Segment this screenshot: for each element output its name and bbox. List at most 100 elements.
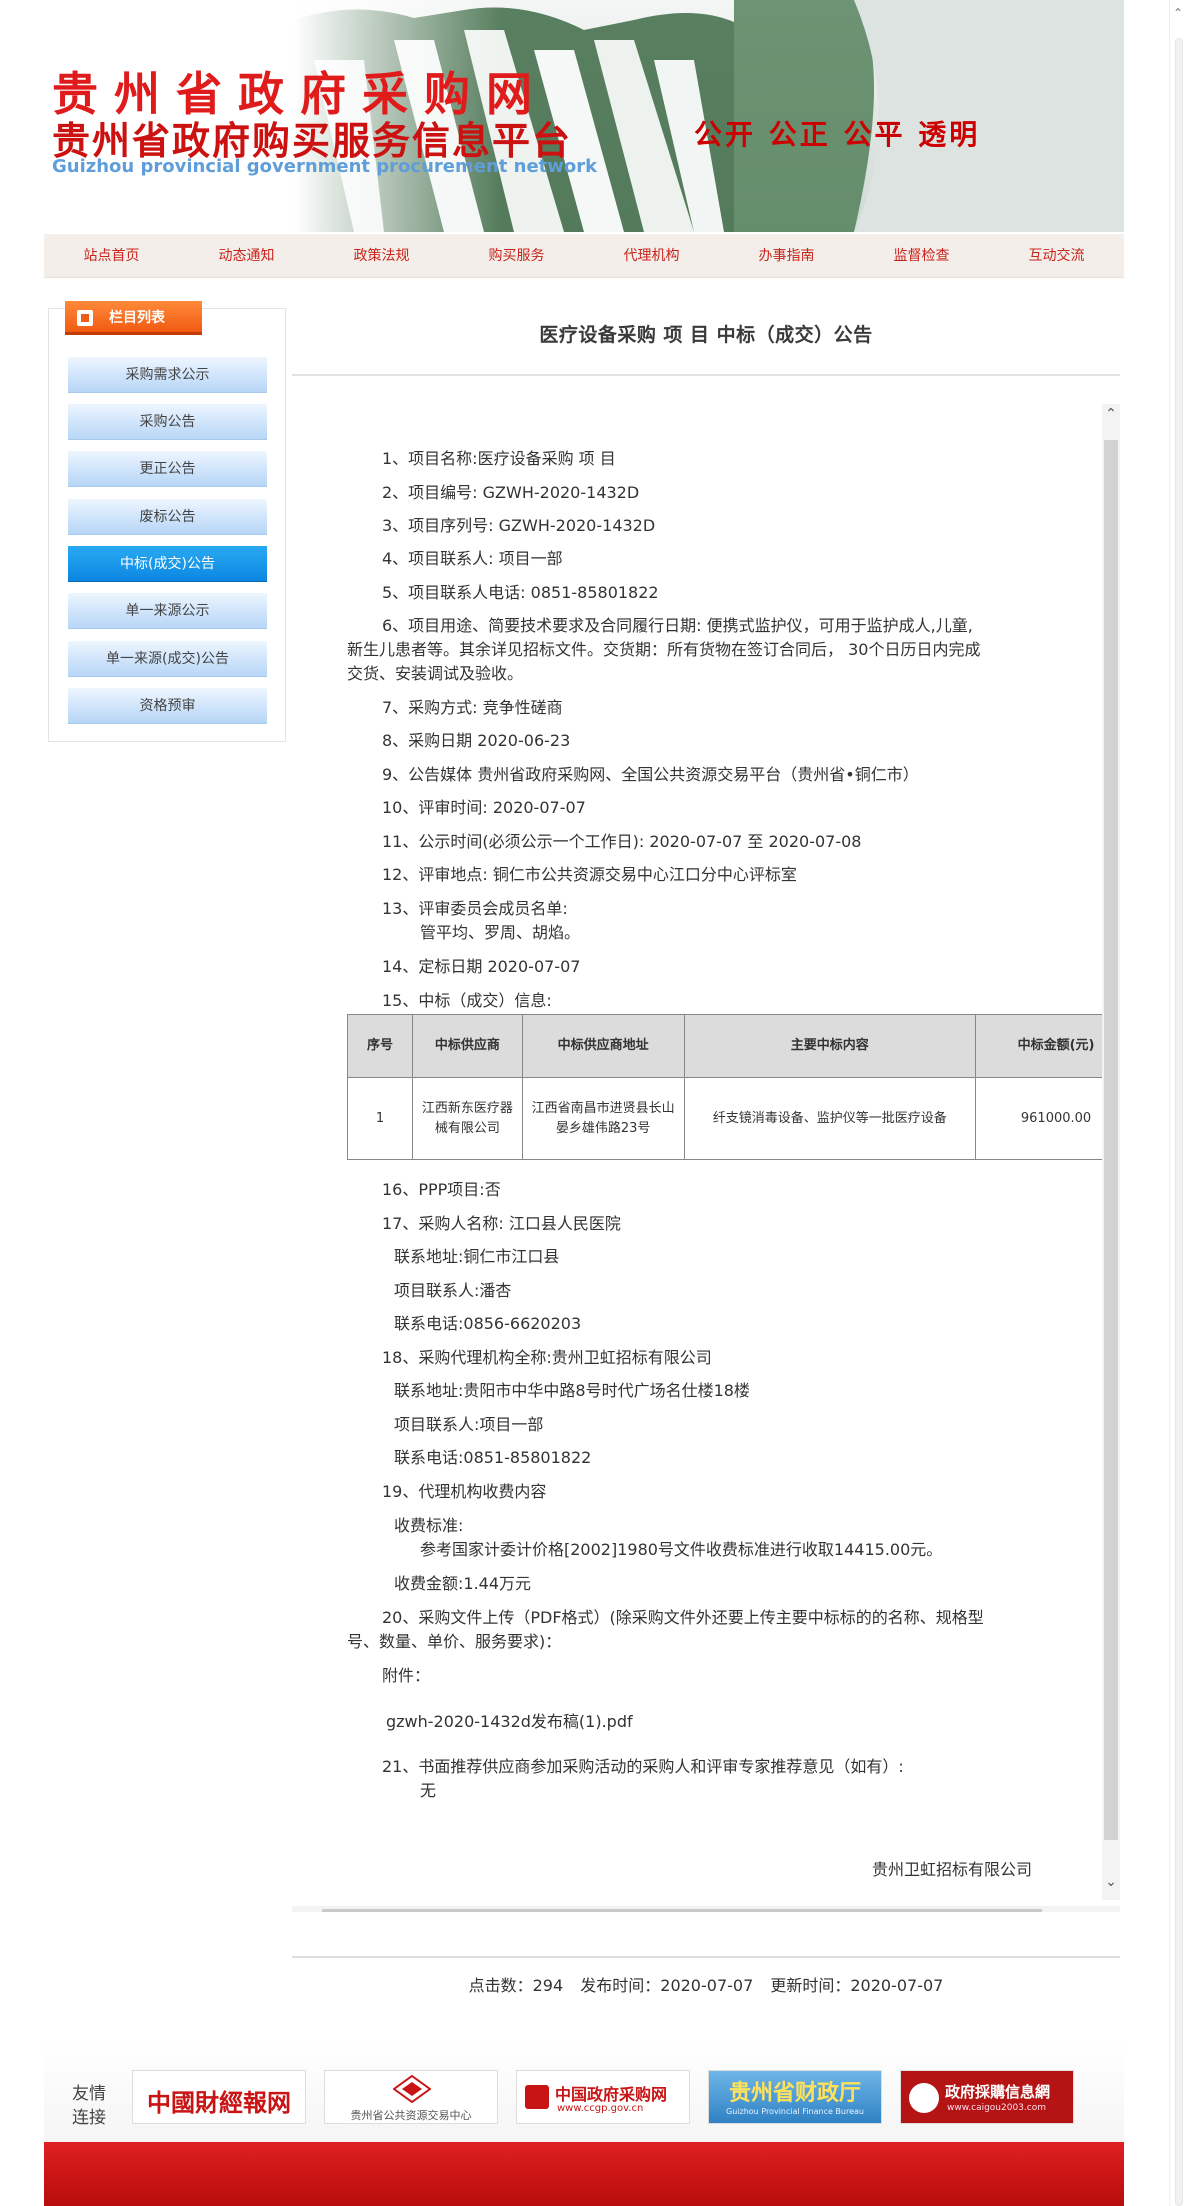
sidebar-item-correction-notice[interactable]: 更正公告: [68, 451, 267, 487]
sidebar: 栏目列表 采购需求公示 采购公告 更正公告 废标公告 中标(成交)公告 单一来源…: [48, 301, 286, 742]
horizontal-scrollbar[interactable]: ‹ ›: [292, 1906, 1120, 1912]
nav-guide[interactable]: 办事指南: [719, 234, 854, 277]
sidebar-item-abandoned-notice[interactable]: 废标公告: [68, 499, 267, 535]
nav-supervision[interactable]: 监督检查: [854, 234, 989, 277]
item-project-code: 2、项目编号: GZWH-2020-1432D: [382, 483, 640, 502]
item-project-name: 1、项目名称:医疗设备采购 项 目: [382, 449, 616, 468]
publish-time: 发布时间：2020-07-07: [580, 1976, 754, 1995]
col-header-address: 中标供应商地址: [521, 1014, 685, 1078]
article-content: 1、项目名称:医疗设备采购 项 目 2、项目编号: GZWH-2020-1432…: [292, 404, 1102, 1910]
article-scroll-area[interactable]: 1、项目名称:医疗设备采购 项 目 2、项目编号: GZWH-2020-1432…: [292, 404, 1120, 1912]
nav-purchase-services[interactable]: 购买服务: [449, 234, 584, 277]
item-award-date: 14、定标日期 2020-07-07: [382, 957, 581, 976]
item-committee-members: 管平均、罗周、胡焰。: [420, 923, 581, 942]
diamond-logo-icon: [393, 2075, 431, 2103]
item-procurement-method: 7、采购方式: 竞争性磋商: [382, 698, 563, 717]
scroll-up-icon[interactable]: ⌃: [1102, 406, 1120, 422]
page-scroll-thumb[interactable]: [1175, 38, 1183, 2206]
site-slogan: 公开 公正 公平 透明: [694, 118, 981, 151]
cell-address: 江西省南昌市进贤县长山晏乡雄伟路23号: [521, 1077, 685, 1160]
link-cfen[interactable]: 中國財經報网: [132, 2070, 306, 2124]
item-fee-label: 19、代理机构收费内容: [382, 1482, 547, 1501]
link-cfen-text: 中國財經報网: [147, 2088, 291, 2117]
link-gzcz-sub: Guizhou Provincial Finance Bureau: [726, 2107, 864, 2116]
col-header-amount: 中标金额(元): [975, 1014, 1102, 1078]
award-table: 序号 中标供应商 中标供应商地址 主要中标内容 中标金额(元) 1 江西新东医疗…: [347, 1014, 1102, 1160]
link-caigou2003-text: 政府採購信息網: [945, 2083, 1051, 2101]
click-count: 点击数：294: [468, 1976, 564, 1995]
nav-home[interactable]: 站点首页: [44, 234, 179, 277]
cell-content: 纤支镜消毒设备、监护仪等一批医疗设备: [683, 1077, 977, 1160]
item-award-info-label: 15、中标（成交）信息:: [382, 991, 552, 1010]
item-project-usage-line1: 6、项目用途、简要技术要求及合同履行日期: 便携式监护仪，可用于监护成人,儿童,: [382, 616, 973, 635]
link-gzcz[interactable]: 贵州省财政厅 Guizhou Provincial Finance Bureau: [708, 2070, 882, 2124]
table-header-row: 序号 中标供应商 中标供应商地址 主要中标内容 中标金额(元): [347, 1014, 1102, 1078]
item-project-usage-line3: 交货、安装调试及验收。: [347, 664, 524, 683]
item-fee-amount: 收费金额:1.44万元: [394, 1574, 532, 1593]
col-header-supplier: 中标供应商: [411, 1014, 523, 1078]
nav-notices[interactable]: 动态通知: [179, 234, 314, 277]
scroll-down-icon[interactable]: ⌄: [1102, 1874, 1120, 1890]
table-row: 1 江西新东医疗器械有限公司 江西省南昌市进贤县长山晏乡雄伟路23号 纤支镜消毒…: [347, 1077, 1102, 1160]
page-scrollbar[interactable]: ⌃: [1169, 0, 1187, 2206]
attachment-link[interactable]: gzwh-2020-1432d发布稿(1).pdf: [386, 1711, 633, 1733]
site-title-english: Guizhou provincial government procuremen…: [52, 156, 598, 177]
link-ccgp-url: www.ccgp.gov.cn: [557, 2103, 644, 2114]
nav-policies[interactable]: 政策法规: [314, 234, 449, 277]
item-upload-line1: 20、采购文件上传（PDF格式）(除采购文件外还要上传主要中标标的的名称、规格型: [382, 1608, 984, 1627]
item-recommendation-value: 无: [420, 1781, 437, 1800]
cell-supplier: 江西新东医疗器械有限公司: [411, 1077, 523, 1160]
link-caigou2003-url: www.caigou2003.com: [947, 2103, 1046, 2113]
item-agency-phone: 联系电话:0851-85801822: [394, 1448, 592, 1467]
sidebar-item-single-source-award[interactable]: 单一来源(成交)公告: [68, 641, 267, 677]
item-agency-contact: 项目联系人:项目一部: [394, 1415, 544, 1434]
col-header-content: 主要中标内容: [683, 1014, 977, 1078]
item-purchaser: 17、采购人名称: 江口县人民医院: [382, 1214, 621, 1233]
nav-agencies[interactable]: 代理机构: [584, 234, 719, 277]
footer-band: [44, 2142, 1124, 2206]
item-purchaser-phone: 联系电话:0856-6620203: [394, 1314, 582, 1333]
item-review-location: 12、评审地点: 铜仁市公共资源交易中心江口分中心评标室: [382, 865, 797, 884]
col-header-index: 序号: [347, 1014, 413, 1078]
page-scroll-up-icon[interactable]: ⌃: [1173, 6, 1183, 20]
sidebar-item-procurement-notice[interactable]: 采购公告: [68, 404, 267, 440]
scroll-left-icon[interactable]: ‹: [308, 1906, 314, 1912]
item-procurement-date: 8、采购日期 2020-06-23: [382, 731, 571, 750]
list-icon: [77, 310, 93, 326]
vertical-scroll-thumb[interactable]: [1104, 440, 1118, 1840]
caigou-logo-icon: [909, 2083, 939, 2113]
page: 贵州省政府采购网 贵州省政府购买服务信息平台 Guizhou provincia…: [0, 0, 1187, 2206]
link-gzggzy-text: 贵州省公共资源交易中心: [350, 2109, 472, 2122]
horizontal-scroll-thumb[interactable]: [322, 1909, 1042, 1912]
sidebar-title: 栏目列表: [109, 310, 165, 326]
title-divider: [292, 374, 1120, 376]
cell-amount: 961000.00: [975, 1077, 1102, 1160]
item-attachment-label: 附件：: [382, 1666, 431, 1685]
item-fee-standard-label: 收费标准:: [394, 1516, 464, 1535]
scroll-right-icon[interactable]: ›: [1080, 1906, 1086, 1912]
update-time: 更新时间：2020-07-07: [770, 1976, 944, 1995]
item-publicity-time: 11、公示时间(必须公示一个工作日): 2020-07-07 至 2020-07…: [382, 832, 862, 851]
sidebar-header: 栏目列表: [65, 301, 202, 335]
item-announcement-media: 9、公告媒体 贵州省政府采购网、全国公共资源交易平台（贵州省•铜仁市）: [382, 765, 919, 784]
link-ccgp[interactable]: 中国政府采购网 www.ccgp.gov.cn: [516, 2070, 690, 2124]
item-recommendation-label: 21、书面推荐供应商参加采购活动的采购人和评审专家推荐意见（如有）:: [382, 1757, 904, 1776]
link-gzggzy[interactable]: 贵州省公共资源交易中心: [324, 2070, 498, 2124]
cell-index: 1: [347, 1077, 413, 1160]
item-upload-line2: 号、数量、单价、服务要求)：: [347, 1632, 562, 1651]
item-committee-label: 13、评审委员会成员名单:: [382, 899, 568, 918]
item-project-serial: 3、项目序列号: GZWH-2020-1432D: [382, 516, 656, 535]
vertical-scrollbar[interactable]: ⌃ ⌄: [1102, 404, 1120, 1900]
sidebar-item-prequalification[interactable]: 资格预审: [68, 688, 267, 724]
nav-interaction[interactable]: 互动交流: [989, 234, 1124, 277]
sidebar-item-demand-notice[interactable]: 采购需求公示: [68, 357, 267, 393]
sidebar-item-single-source-notice[interactable]: 单一来源公示: [68, 593, 267, 629]
link-caigou2003[interactable]: 政府採購信息網 www.caigou2003.com: [900, 2070, 1074, 2124]
ccgp-logo-icon: [525, 2085, 549, 2109]
item-project-contact: 4、项目联系人: 项目一部: [382, 549, 563, 568]
article-title: 医疗设备采购 项 目 中标（成交）公告: [539, 324, 873, 346]
item-purchaser-address: 联系地址:铜仁市江口县: [394, 1247, 560, 1266]
sidebar-item-award-notice[interactable]: 中标(成交)公告: [68, 546, 267, 582]
link-gzcz-text: 贵州省财政厅: [728, 2080, 861, 2106]
item-project-phone: 5、项目联系人电话: 0851-85801822: [382, 583, 659, 602]
